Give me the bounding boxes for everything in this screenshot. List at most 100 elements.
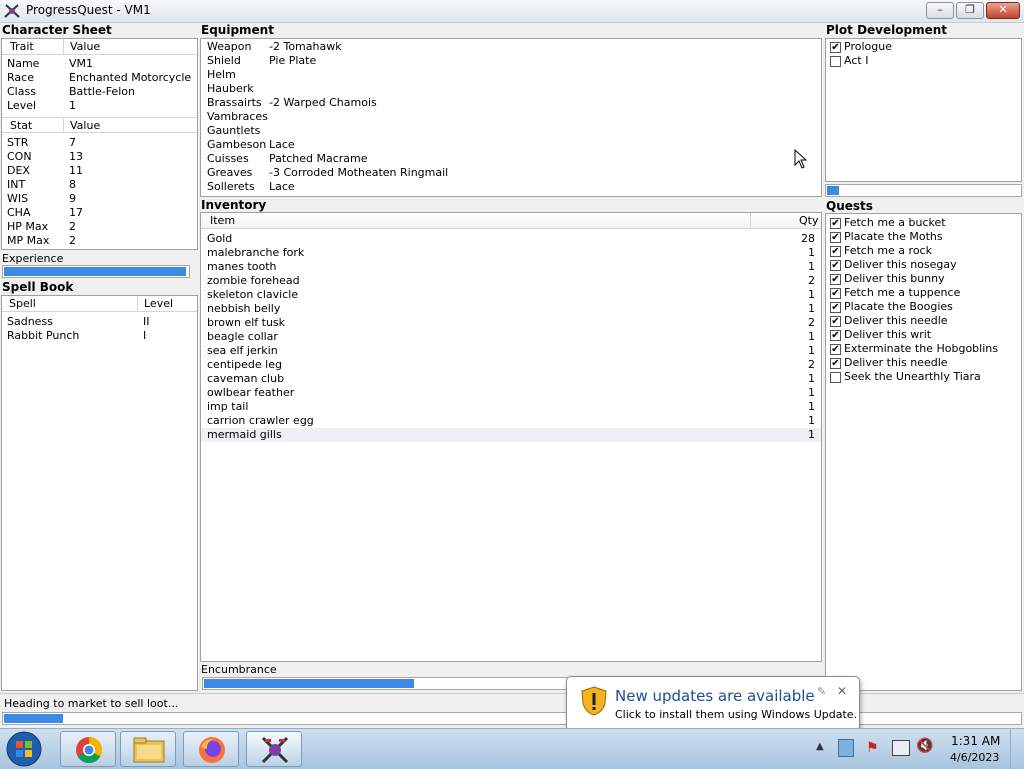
equipment-row[interactable]: Gambeson Lace (201, 138, 821, 152)
value-column-header[interactable]: Value (70, 40, 100, 53)
checkbox[interactable]: ✔ (830, 42, 841, 53)
inventory-row[interactable]: owlbear feather 1 (201, 386, 821, 400)
spell-row[interactable]: Rabbit Punch I (2, 329, 197, 343)
checkbox[interactable]: ✔ (830, 302, 841, 313)
checkbox[interactable] (830, 56, 841, 67)
trait-column-header[interactable]: Trait (10, 40, 34, 53)
quest-item[interactable]: ✔ Fetch me a bucket (826, 216, 1021, 230)
plot-list[interactable]: ✔ Prologue Act I (825, 38, 1022, 182)
update-notification-balloon[interactable]: New updates are available Click to insta… (566, 676, 860, 743)
stat-row[interactable]: HP Max 2 (2, 220, 197, 234)
inventory-row[interactable]: malebranche fork 1 (201, 246, 821, 260)
item-column-header[interactable]: Item (210, 214, 235, 227)
spell-list[interactable]: Spell Level Sadness II Rabbit Punch I (1, 295, 198, 691)
equipment-row[interactable]: Gauntlets (201, 124, 821, 138)
equipment-row[interactable]: Vambraces (201, 110, 821, 124)
quest-item[interactable]: ✔ Fetch me a tuppence (826, 286, 1021, 300)
balloon-close-icon[interactable]: ✕ (837, 684, 847, 698)
trait-list[interactable]: Trait Value Name VM1 Race Enchanted Motorc… (1, 38, 198, 250)
clock-time[interactable]: 1:31 AM (951, 734, 1000, 748)
checkbox[interactable]: ✔ (830, 232, 841, 243)
trait-row[interactable]: Level 1 (2, 99, 197, 113)
title-bar[interactable]: ProgressQuest - VM1 – ❐ ✕ (0, 0, 1024, 23)
stat-value-column-header[interactable]: Value (70, 119, 100, 132)
trait-row[interactable]: Name VM1 (2, 57, 197, 71)
quest-item[interactable]: ✔ Exterminate the Hobgoblins (826, 342, 1021, 356)
inventory-row[interactable]: manes tooth 1 (201, 260, 821, 274)
trait-row[interactable]: Race Enchanted Motorcycle (2, 71, 197, 85)
checkbox[interactable]: ✔ (830, 330, 841, 341)
equipment-row[interactable]: Helm (201, 68, 821, 82)
inventory-row[interactable]: zombie forehead 2 (201, 274, 821, 288)
inventory-row[interactable]: imp tail 1 (201, 400, 821, 414)
chrome-taskbar-button[interactable] (60, 731, 116, 767)
progressquest-taskbar-button[interactable] (246, 731, 302, 767)
checkbox[interactable]: ✔ (830, 358, 841, 369)
pin-icon[interactable]: ✎ (817, 685, 826, 698)
stat-row[interactable]: WIS 9 (2, 192, 197, 206)
plot-act-item[interactable]: ✔ Prologue (826, 40, 1021, 54)
spell-row[interactable]: Sadness II (2, 315, 197, 329)
trait-row[interactable]: Class Battle-Felon (2, 85, 197, 99)
equipment-row[interactable]: Sollerets Lace (201, 180, 821, 194)
network-icon[interactable] (892, 740, 910, 756)
level-column-header[interactable]: Level (144, 297, 173, 310)
stat-row[interactable]: MP Max 2 (2, 234, 197, 248)
quest-list[interactable]: ✔ Fetch me a bucket ✔ Placate the Moths ✔ F… (825, 213, 1022, 691)
quest-item[interactable]: ✔ Deliver this needle (826, 314, 1021, 328)
equipment-row[interactable]: Cuisses Patched Macrame (201, 152, 821, 166)
checkbox[interactable]: ✔ (830, 274, 841, 285)
checkbox[interactable]: ✔ (830, 288, 841, 299)
inventory-row[interactable]: carrion crawler egg 1 (201, 414, 821, 428)
checkbox[interactable] (830, 372, 841, 383)
inventory-row[interactable]: sea elf jerkin 1 (201, 344, 821, 358)
quest-item[interactable]: ✔ Deliver this needle (826, 356, 1021, 370)
inventory-row[interactable]: Gold 28 (201, 232, 821, 246)
quest-item[interactable]: ✔ Deliver this bunny (826, 272, 1021, 286)
clock-date[interactable]: 4/6/2023 (950, 751, 999, 764)
quest-item[interactable]: ✔ Placate the Boogies (826, 300, 1021, 314)
start-orb-icon[interactable] (4, 729, 44, 769)
stat-row[interactable]: CHA 17 (2, 206, 197, 220)
quest-item[interactable]: Seek the Unearthly Tiara (826, 370, 1021, 384)
stat-row[interactable]: DEX 11 (2, 164, 197, 178)
equipment-list[interactable]: Weapon -2 Tomahawk Shield Pie Plate Helm H… (200, 38, 822, 197)
show-hidden-icons-icon[interactable]: ▲ (816, 741, 824, 752)
quest-item[interactable]: ✔ Placate the Moths (826, 230, 1021, 244)
stat-row[interactable]: INT 8 (2, 178, 197, 192)
inventory-row[interactable]: brown elf tusk 2 (201, 316, 821, 330)
inventory-row[interactable]: nebbish belly 1 (201, 302, 821, 316)
equipment-row[interactable]: Weapon -2 Tomahawk (201, 40, 821, 54)
checkbox[interactable]: ✔ (830, 246, 841, 257)
spell-column-header[interactable]: Spell (9, 297, 36, 310)
qty-column-header[interactable]: Qty (799, 214, 818, 227)
inventory-row[interactable]: skeleton clavicle 1 (201, 288, 821, 302)
show-desktop-button[interactable] (1010, 729, 1024, 769)
quest-item[interactable]: ✔ Fetch me a rock (826, 244, 1021, 258)
quest-item[interactable]: ✔ Deliver this writ (826, 328, 1021, 342)
action-center-flag-icon[interactable]: ⚑ (866, 740, 879, 756)
equipment-row[interactable]: Brassairts -2 Warped Chamois (201, 96, 821, 110)
firefox-taskbar-button[interactable] (183, 731, 239, 767)
quest-item[interactable]: ✔ Deliver this nosegay (826, 258, 1021, 272)
checkbox[interactable]: ✔ (830, 316, 841, 327)
inventory-list[interactable]: Item Qty Gold 28 malebranche fork 1 manes … (200, 212, 822, 662)
inventory-row[interactable]: beagle collar 1 (201, 330, 821, 344)
equipment-row[interactable]: Greaves -3 Corroded Motheaten Ringmail (201, 166, 821, 180)
minimize-button[interactable]: – (926, 2, 954, 19)
stat-row[interactable]: CON 13 (2, 150, 197, 164)
stat-column-header[interactable]: Stat (10, 119, 32, 132)
checkbox[interactable]: ✔ (830, 344, 841, 355)
equipment-row[interactable]: Hauberk (201, 82, 821, 96)
checkbox[interactable]: ✔ (830, 260, 841, 271)
windows-update-tray-icon[interactable] (838, 739, 854, 757)
maximize-button[interactable]: ❐ (956, 2, 984, 19)
explorer-taskbar-button[interactable] (120, 731, 176, 767)
inventory-row[interactable]: mermaid gills 1 (201, 428, 821, 442)
stat-row[interactable]: STR 7 (2, 136, 197, 150)
inventory-row[interactable]: centipede leg 2 (201, 358, 821, 372)
volume-muted-icon[interactable]: 🔇 (916, 738, 933, 754)
inventory-row[interactable]: caveman club 1 (201, 372, 821, 386)
plot-act-item[interactable]: Act I (826, 54, 1021, 68)
equipment-row[interactable]: Shield Pie Plate (201, 54, 821, 68)
